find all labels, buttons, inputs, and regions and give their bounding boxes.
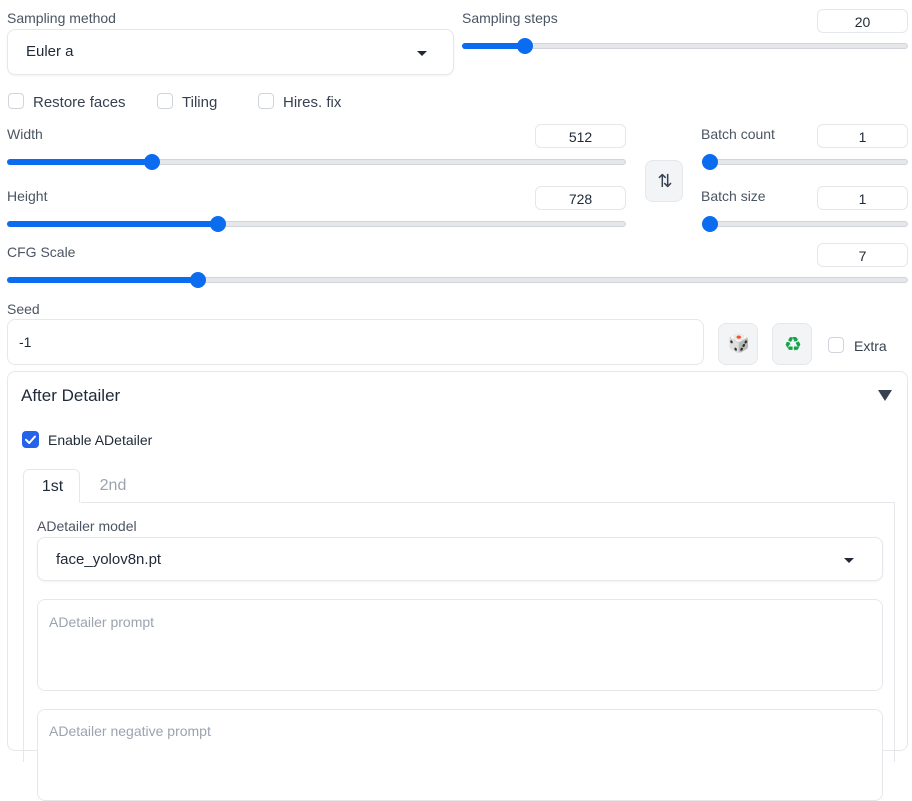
batch-count-input[interactable]: 1 — [817, 124, 908, 148]
swap-vertical-icon: ⇅ — [657, 171, 673, 192]
height-label: Height — [7, 188, 48, 204]
slider-thumb[interactable] — [517, 38, 533, 54]
slider-thumb[interactable] — [190, 272, 206, 288]
after-detailer-title[interactable]: After Detailer — [21, 386, 120, 406]
checkmark-icon — [25, 435, 36, 444]
adetailer-model-label: ADetailer model — [37, 518, 137, 534]
adetailer-prompt-placeholder: ADetailer prompt — [49, 614, 155, 630]
swap-dimensions-button[interactable]: ⇅ — [645, 160, 683, 202]
seed-value: -1 — [19, 334, 32, 350]
enable-adetailer-checkbox[interactable] — [22, 431, 39, 448]
extra-seed-label: Extra — [854, 338, 887, 354]
enable-adetailer-label: Enable ADetailer — [48, 432, 153, 448]
recycle-icon: ♻ — [784, 332, 802, 356]
sampling-steps-label: Sampling steps — [462, 10, 558, 26]
cfg-scale-label: CFG Scale — [7, 244, 76, 260]
sampling-method-value: Euler a — [26, 43, 74, 60]
random-seed-button[interactable]: 🎲 — [718, 323, 758, 365]
slider-thumb[interactable] — [702, 154, 718, 170]
collapse-triangle-icon[interactable] — [878, 390, 892, 401]
sampling-method-dropdown[interactable]: Euler a — [7, 29, 454, 75]
hires-fix-checkbox[interactable] — [258, 93, 274, 109]
tab-2nd-label: 2nd — [99, 477, 127, 494]
chevron-down-icon — [417, 51, 427, 56]
slider-fill — [7, 277, 198, 283]
tiling-label: Tiling — [182, 94, 218, 111]
tab-2nd[interactable]: 2nd — [84, 469, 142, 503]
hires-fix-label: Hires. fix — [283, 94, 342, 111]
after-detailer-panel: After Detailer Enable ADetailer 1st 2nd … — [7, 371, 908, 801]
slider-fill — [7, 221, 218, 227]
sampling-steps-input[interactable]: 20 — [817, 9, 908, 33]
tab-content: ADetailer model face_yolov8n.pt ADetaile… — [23, 502, 895, 801]
cfg-scale-input[interactable]: 7 — [817, 243, 908, 267]
adetailer-model-dropdown[interactable]: face_yolov8n.pt — [37, 537, 883, 581]
batch-size-label: Batch size — [701, 188, 766, 204]
adetailer-negative-prompt-placeholder: ADetailer negative prompt — [49, 723, 211, 739]
height-input[interactable]: 728 — [535, 186, 626, 210]
tiling-checkbox[interactable] — [157, 93, 173, 109]
seed-label: Seed — [7, 301, 40, 317]
batch-size-input[interactable]: 1 — [817, 186, 908, 210]
slider-thumb[interactable] — [702, 216, 718, 232]
adetailer-prompt-input[interactable]: ADetailer prompt — [37, 599, 883, 691]
restore-faces-label: Restore faces — [33, 94, 126, 111]
chevron-down-icon — [844, 558, 854, 563]
slider-track — [702, 159, 908, 165]
sampling-method-label: Sampling method — [7, 10, 116, 26]
restore-faces-checkbox[interactable] — [8, 93, 24, 109]
slider-fill — [7, 159, 152, 165]
extra-seed-checkbox[interactable] — [828, 337, 844, 353]
slider-fill — [462, 43, 525, 49]
dice-icon: 🎲 — [727, 333, 751, 354]
slider-track — [702, 221, 908, 227]
width-input[interactable]: 512 — [535, 124, 626, 148]
seed-input[interactable]: -1 — [7, 319, 704, 365]
batch-count-label: Batch count — [701, 126, 775, 142]
slider-thumb[interactable] — [210, 216, 226, 232]
slider-thumb[interactable] — [144, 154, 160, 170]
adetailer-model-value: face_yolov8n.pt — [56, 551, 162, 568]
tab-1st[interactable]: 1st — [23, 469, 80, 503]
adetailer-negative-prompt-input[interactable]: ADetailer negative prompt — [37, 709, 883, 801]
reuse-seed-button[interactable]: ♻ — [772, 323, 812, 365]
tab-1st-label: 1st — [41, 478, 64, 495]
width-label: Width — [7, 126, 43, 142]
